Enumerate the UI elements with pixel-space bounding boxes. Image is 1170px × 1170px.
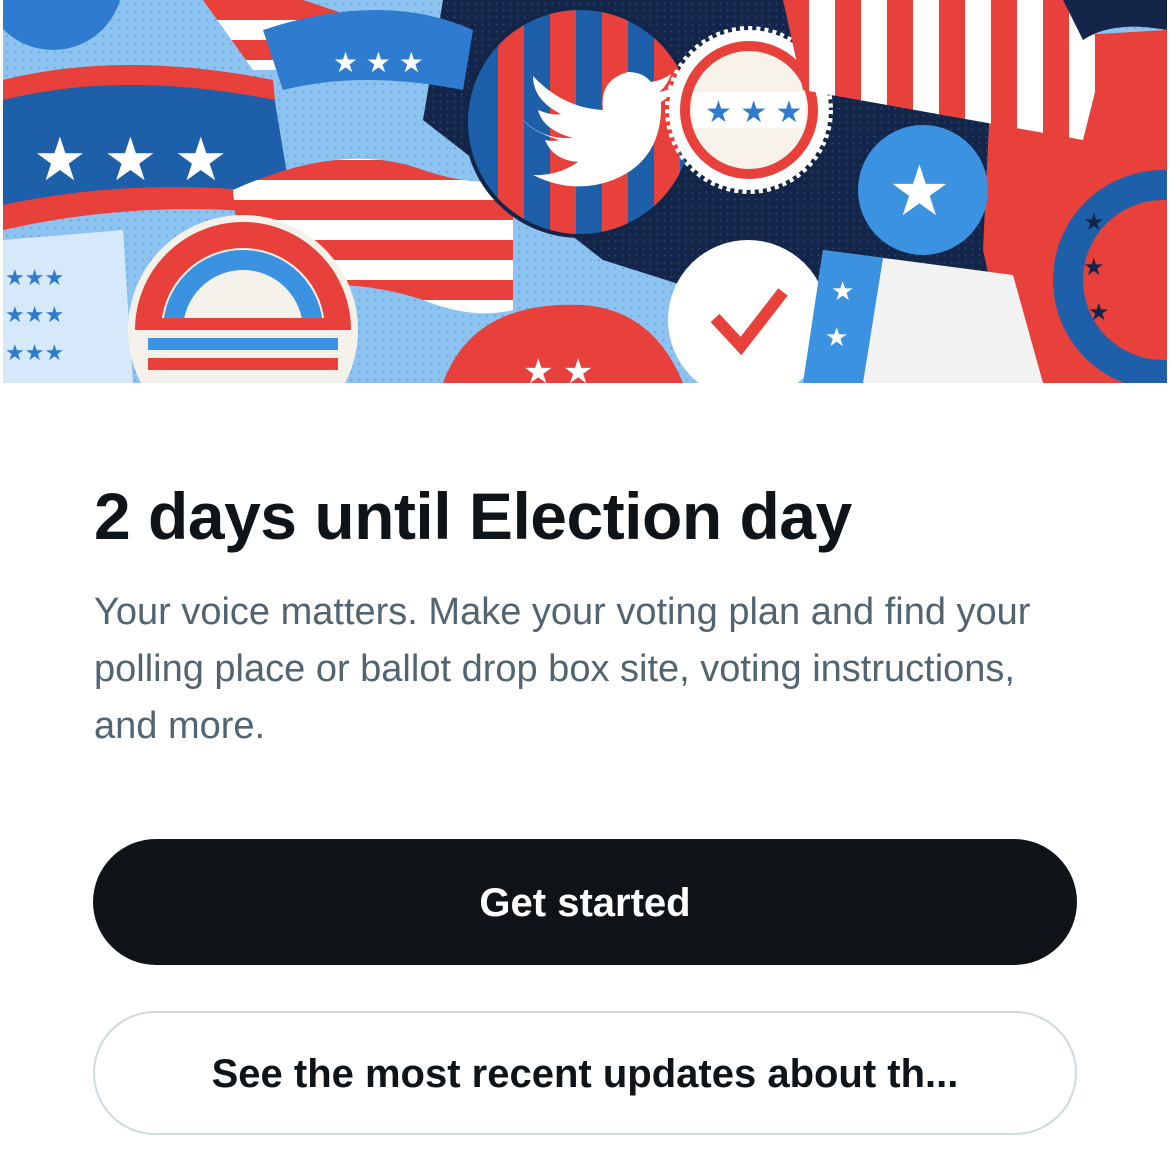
svg-text:★: ★: [1088, 299, 1110, 326]
svg-text:★: ★: [1083, 209, 1105, 236]
svg-text:★: ★: [888, 152, 951, 230]
svg-text:★: ★: [825, 322, 848, 352]
svg-text:★: ★: [1083, 254, 1105, 281]
get-started-button[interactable]: Get started: [93, 839, 1077, 965]
election-prompt-page: ★ ★ ★ ★ ★ ★ ★★★ ★★★ ★★★ ★ ★ ★ ★ ★ ★ ★ ★ …: [0, 0, 1170, 1170]
svg-text:★★★: ★★★: [5, 265, 64, 290]
election-countdown-title: 2 days until Election day: [94, 479, 852, 553]
recent-updates-button[interactable]: See the most recent updates about th...: [93, 1011, 1077, 1135]
svg-text:★ ★ ★: ★ ★ ★: [333, 47, 424, 78]
election-description: Your voice matters. Make your voting pla…: [94, 591, 1031, 747]
svg-text:★★★: ★★★: [5, 340, 64, 365]
svg-text:★: ★: [831, 276, 854, 306]
svg-text:★ ★: ★ ★: [523, 353, 593, 383]
svg-text:★★★: ★★★: [5, 302, 64, 327]
svg-text:★ ★ ★: ★ ★ ★: [705, 96, 802, 129]
banner-illustration: ★ ★ ★ ★ ★ ★ ★★★ ★★★ ★★★ ★ ★ ★ ★ ★ ★ ★ ★ …: [3, 0, 1167, 383]
election-card-content: 2 days until Election day Your voice mat…: [94, 470, 1084, 755]
election-stickers-banner: ★ ★ ★ ★ ★ ★ ★★★ ★★★ ★★★ ★ ★ ★ ★ ★ ★ ★ ★ …: [3, 0, 1167, 383]
svg-text:★ ★ ★: ★ ★ ★: [33, 126, 228, 193]
